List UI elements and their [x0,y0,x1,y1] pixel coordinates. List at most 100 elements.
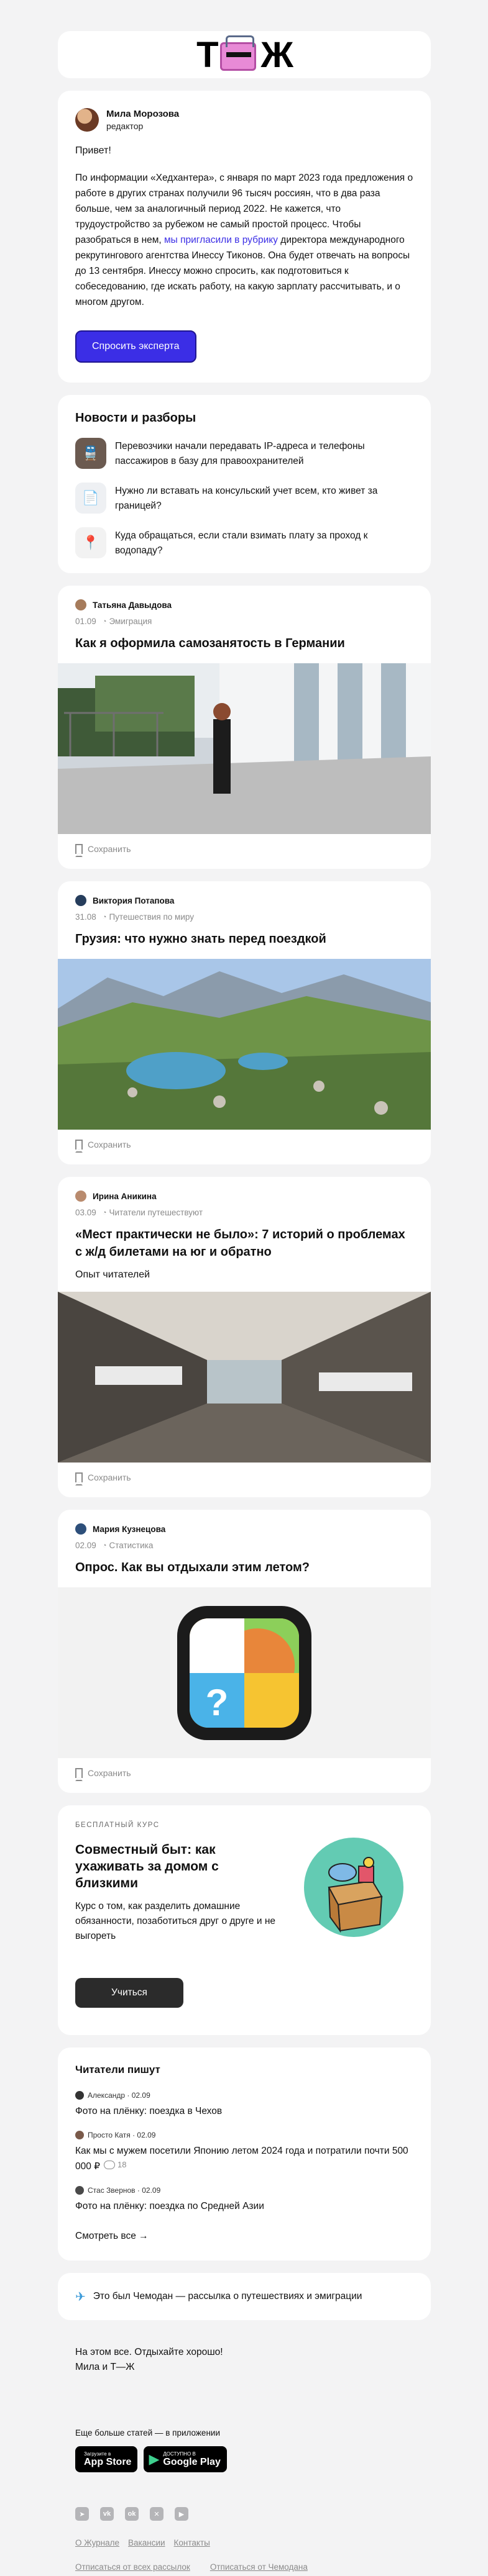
logo-letter-zh: Ж [260,34,293,75]
unsubscribe-chemodan-link[interactable]: Отписаться от Чемодана [210,2562,308,2572]
article-card[interactable]: Виктория Потапова 31.08 Путешествия по м… [58,881,431,1164]
reader-post[interactable]: Александр · 02.09 Фото на плёнку: поездк… [75,2091,413,2118]
tzh-logo[interactable]: Т Ж [196,34,293,76]
poll-image: ? [58,1587,431,1758]
unsubscribe-all-link[interactable]: Отписаться от всех рассылок [75,2562,190,2572]
google-play-badge[interactable]: ▶ ДОСТУПНО В Google Play [144,2446,227,2472]
vk-icon[interactable]: vk [100,2507,114,2521]
reader-name: Просто Катя [88,2131,131,2139]
save-label: Сохранить [88,844,131,854]
editor-role: редактор [106,121,144,131]
article-tag[interactable]: Читатели путешествуют [103,1208,203,1217]
jobs-link[interactable]: Вакансии [128,2538,165,2547]
article-image[interactable] [58,1292,431,1463]
readers-card: Читатели пишут Александр · 02.09 Фото на… [58,2048,431,2261]
bookmark-icon [75,1768,83,1781]
save-button[interactable]: Сохранить [58,1758,431,1793]
reader-post-title[interactable]: Фото на плёнку: поездка по Средней Азии [75,2200,413,2213]
svg-text:?: ? [206,1682,229,1723]
reader-meta: Стас Звернов · 02.09 [75,2186,413,2195]
article-author: Мария Кузнецова [75,1523,413,1535]
reader-meta: Александр · 02.09 [75,2091,413,2100]
footer-links: О Журнале Вакансии Контакты [58,2538,431,2547]
newsletter-page: Т Ж Мила Морозова редактор Привет! По ин… [0,0,488,2576]
gplay-big: Google Play [163,2456,221,2467]
save-button[interactable]: Сохранить [58,834,431,869]
article-image[interactable] [58,959,431,1130]
save-button[interactable]: Сохранить [58,1463,431,1497]
article-title[interactable]: «Мест практически не было»: 7 историй о … [75,1226,413,1261]
reader-meta: Просто Катя · 02.09 [75,2131,413,2139]
app-store-badge[interactable]: Загрузите в App Store [75,2446,138,2472]
x-icon[interactable]: ✕ [150,2507,163,2521]
avatar [75,2186,84,2195]
learn-button[interactable]: Учиться [75,1978,183,2008]
news-item[interactable]: 📄 Нужно ли вставать на консульский учет … [75,483,413,514]
intro-text: По информации «Хедхантера», с января по … [75,170,413,310]
article-tag[interactable]: Статистика [103,1541,153,1550]
reader-post[interactable]: Просто Катя · 02.09 Как мы с мужем посет… [75,2131,413,2174]
reader-date: 02.09 [131,2091,150,2100]
course-title[interactable]: Совместный быт: как ухаживать за домом с… [75,1841,262,1892]
document-icon: 📄 [75,483,106,514]
avatar [75,1190,86,1202]
article-author: Виктория Потапова [75,895,413,906]
article-author-name: Виктория Потапова [93,896,175,905]
reader-post[interactable]: Стас Звернов · 02.09 Фото на плёнку: пое… [75,2186,413,2213]
rubric-link[interactable]: мы пригласили в рубрику [164,235,278,245]
article-title[interactable]: Опрос. Как вы отдыхали этим летом? [75,1559,413,1576]
reader-date: 02.09 [137,2131,156,2139]
ask-expert-button[interactable]: Спросить эксперта [75,330,196,363]
article-date: 02.09 [75,1541,96,1550]
reader-name: Александр [88,2091,126,2100]
save-label: Сохранить [88,1472,131,1482]
bookmark-icon [75,844,83,857]
bookmark-icon [75,1140,83,1153]
article-title[interactable]: Как я оформила самозанятость в Германии [75,635,413,652]
appstore-small: Загрузите в [84,2451,111,2457]
weather-app-icon: ? [177,1605,311,1740]
header-card: Т Ж [58,31,431,78]
apps-block: Еще больше статей — в приложении Загрузи… [58,2375,431,2472]
article-author: Татьяна Давыдова [75,599,413,610]
gplay-small: ДОСТУПНО В [163,2451,196,2457]
contacts-link[interactable]: Контакты [174,2538,210,2547]
article-author-name: Мария Кузнецова [93,1524,166,1534]
article-meta: 02.09 Статистика [75,1541,413,1550]
article-card[interactable]: Ирина Аникина 03.09 Читатели путешествую… [58,1177,431,1497]
news-title: Новости и разборы [75,411,196,425]
readers-title: Читатели пишут [75,2064,160,2075]
comment-count: 18 [104,2158,126,2172]
youtube-icon[interactable]: ▶ [175,2507,188,2521]
bookmark-icon [75,1472,83,1485]
news-item[interactable]: 🚆 Перевозчики начали передавать IP-адрес… [75,438,413,469]
article-author-name: Татьяна Давыдова [93,600,172,610]
apps-title: Еще больше статей — в приложении [75,2428,220,2438]
airplane-icon: ✈ [75,2290,86,2304]
logo-letter-t: Т [196,34,218,75]
article-card[interactable]: Татьяна Давыдова 01.09 Эмиграция Как я о… [58,586,431,869]
greeting: Привет! [75,145,111,156]
avatar [75,895,86,906]
chemodan-card: ✈ Это был Чемодан — рассылка о путешеств… [58,2273,431,2320]
telegram-icon[interactable]: ➤ [75,2507,89,2521]
unsubscribe-links: Отписаться от всех рассылок Отписаться о… [58,2562,431,2572]
about-link[interactable]: О Журнале [75,2538,119,2547]
odnoklassniki-icon[interactable]: ok [125,2507,139,2521]
article-tag[interactable]: Эмиграция [103,617,152,626]
see-all-link[interactable]: Смотреть все → [75,2231,149,2242]
play-icon: ▶ [149,2451,160,2467]
reader-post-title[interactable]: Как мы с мужем посетили Японию летом 202… [75,2144,413,2174]
reader-post-title[interactable]: Фото на плёнку: поездка в Чехов [75,2105,413,2118]
article-title[interactable]: Грузия: что нужно знать перед поездкой [75,930,413,948]
course-card[interactable]: БЕСПЛАТНЫЙ КУРС Совместный быт: как ухаж… [58,1805,431,2035]
article-image[interactable] [58,663,431,834]
course-description: Курс о том, как разделить домашние обяза… [75,1901,275,1941]
article-card[interactable]: Мария Кузнецова 02.09 Статистика Опрос. … [58,1510,431,1793]
outro-signature: Мила и Т—Ж [75,2362,135,2372]
avatar [75,2091,84,2100]
news-item[interactable]: 📍 Куда обращаться, если стали взимать пл… [75,527,413,558]
article-author-name: Ирина Аникина [93,1191,157,1201]
article-tag[interactable]: Путешествия по миру [103,912,194,922]
save-button[interactable]: Сохранить [58,1130,431,1164]
